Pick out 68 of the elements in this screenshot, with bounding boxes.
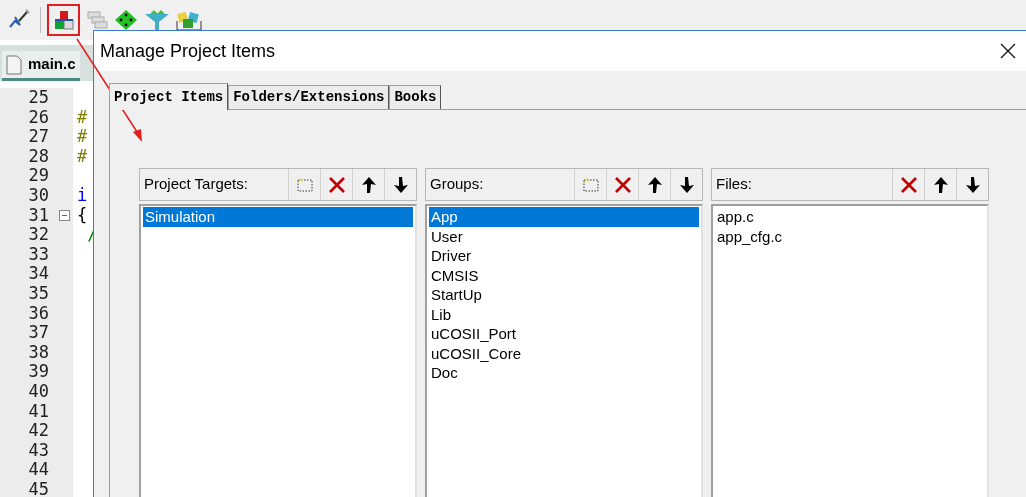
down-arrow-icon — [392, 175, 409, 194]
code-text: i — [77, 184, 88, 205]
close-icon — [1000, 43, 1016, 59]
code-text: # — [77, 126, 88, 147]
dialog-tab[interactable]: Books — [389, 85, 442, 109]
list-item[interactable]: uCOSII_Port — [429, 324, 699, 344]
line-number: 27 — [27, 127, 50, 147]
new-item-icon — [580, 175, 601, 194]
list-item[interactable]: Lib — [429, 304, 699, 324]
line-number: 40 — [27, 381, 50, 402]
line-number: 35 — [27, 283, 50, 304]
list-item[interactable]: uCOSII_Core — [429, 343, 699, 363]
line-number: 42 — [27, 421, 50, 441]
line-number: 28 — [27, 146, 50, 167]
list-item[interactable]: App — [429, 207, 699, 227]
line-number: 32 — [27, 225, 50, 245]
blocks-icon — [52, 10, 75, 30]
code-text: # — [77, 106, 88, 127]
line-number: 29 — [27, 166, 50, 186]
dialog-title: Manage Project Items — [100, 39, 276, 63]
line-number: 41 — [27, 401, 50, 422]
line-number: 43 — [27, 440, 50, 461]
line-number: 25 — [27, 88, 50, 108]
dice-tray-icon — [176, 9, 202, 31]
list-item[interactable]: app.c — [715, 207, 985, 227]
funnel-icon — [144, 9, 170, 31]
file-tab-label: main.c — [28, 54, 76, 75]
list-item[interactable]: Doc — [429, 363, 699, 383]
line-number: 30 — [27, 185, 50, 206]
stacked-windows-icon — [86, 10, 108, 30]
delete-icon — [613, 175, 632, 194]
list-item[interactable]: CMSIS — [429, 265, 699, 285]
down-arrow-icon — [678, 175, 695, 194]
list-item[interactable]: User — [429, 226, 699, 246]
diamond-icon — [114, 9, 138, 31]
list-item[interactable]: StartUp — [429, 285, 699, 305]
collapse-icon[interactable] — [58, 209, 70, 221]
line-number: 31 — [27, 205, 50, 226]
down-arrow-icon — [964, 175, 981, 194]
line-number: 38 — [27, 342, 50, 363]
file-tab[interactable]: main.c — [2, 51, 80, 81]
up-arrow-icon — [646, 175, 663, 194]
delete-icon — [327, 175, 346, 194]
delete-icon — [899, 175, 918, 194]
file-icon — [6, 54, 22, 75]
dialog-tab[interactable]: Folders/Extensions — [228, 85, 390, 109]
code-text: { — [77, 204, 88, 225]
up-arrow-icon — [932, 175, 949, 194]
panel-title: Project Targets: — [144, 174, 248, 195]
close-button[interactable] — [998, 41, 1018, 61]
list-item[interactable]: Driver — [429, 246, 699, 266]
line-number: 37 — [27, 323, 50, 343]
list-item[interactable]: Simulation — [143, 207, 413, 227]
line-number: 45 — [27, 479, 50, 497]
code-text: # — [77, 145, 88, 166]
line-number: 36 — [27, 303, 50, 324]
panel-title: Files: — [716, 174, 752, 195]
up-arrow-icon — [360, 175, 377, 194]
manage-items-button[interactable] — [47, 4, 80, 36]
panel-title: Groups: — [430, 174, 484, 195]
line-number: 39 — [27, 362, 50, 382]
line-number: 44 — [27, 460, 50, 480]
list-item[interactable]: app_cfg.c — [715, 226, 985, 246]
new-item-icon — [294, 175, 315, 194]
dialog-tab[interactable]: Project Items — [109, 83, 229, 110]
line-number: 34 — [27, 264, 50, 284]
line-number: 26 — [27, 107, 50, 128]
line-number: 33 — [27, 244, 50, 265]
